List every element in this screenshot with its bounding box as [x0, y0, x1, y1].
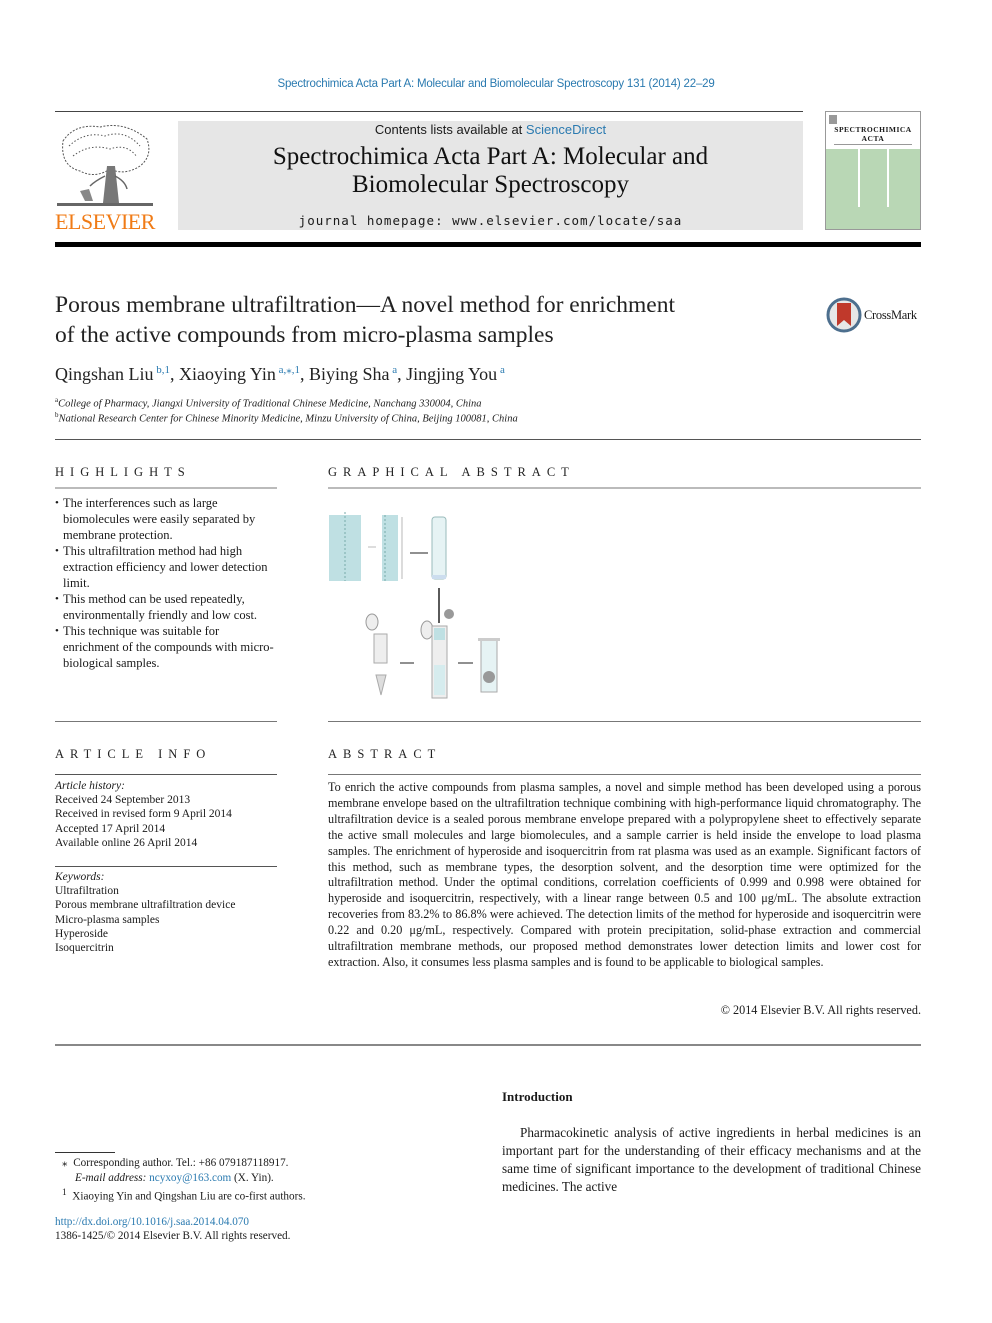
article-title-line1: Porous membrane ultrafiltration—A novel … — [55, 292, 675, 318]
journal-title: Spectrochimica Acta Part A: Molecular an… — [178, 143, 803, 199]
keyword: Isoquercitrin — [55, 942, 114, 955]
centrifuge-tube — [365, 613, 388, 696]
crossmark-label: CrossMark — [864, 308, 917, 322]
graphical-abstract-figure[interactable] — [328, 495, 508, 717]
crossmark-icon — [826, 297, 862, 333]
affiliation-b: bNational Research Center for Chinese Mi… — [55, 411, 518, 425]
crossmark-button[interactable]: CrossMark — [826, 297, 936, 333]
membrane-envelope — [431, 516, 447, 580]
footnote-rule — [55, 1152, 115, 1153]
divider — [55, 774, 277, 775]
contents-line: Contents lists available at ScienceDirec… — [178, 122, 803, 137]
history-online: Available online 26 April 2014 — [55, 836, 198, 849]
highlight-item: This ultrafiltration method had high ext… — [55, 543, 277, 591]
folded-sheet — [382, 515, 403, 581]
footnote-mark: 1 — [62, 1188, 67, 1198]
keywords: Keywords: Ultrafiltration Porous membran… — [55, 870, 235, 955]
divider — [55, 487, 277, 489]
article-title: Porous membrane ultrafiltration—A novel … — [55, 290, 775, 350]
graphical-abstract-heading: GRAPHICAL ABSTRACT — [328, 465, 575, 479]
history-accepted: Accepted 17 April 2014 — [55, 822, 166, 835]
cover-stripe — [858, 149, 860, 207]
article-info-heading: ARTICLE INFO — [55, 747, 212, 761]
journal-homepage[interactable]: journal homepage: www.elsevier.com/locat… — [178, 213, 803, 228]
article-title-line2: of the active compounds from micro-plasm… — [55, 322, 554, 348]
author-list: Qingshan Liu b,1, Xiaoying Yin a,⁎,1, Bi… — [55, 364, 505, 384]
highlights-list: The interferences such as large biomolec… — [55, 495, 277, 671]
abstract-heading: ABSTRACT — [328, 747, 442, 761]
cover-title-line1: SPECTROCHIMICA — [834, 125, 912, 134]
footnote-corresponding: ⁎ Corresponding author. Tel.: +86 079187… — [62, 1157, 289, 1169]
abstract-copyright: © 2014 Elsevier B.V. All rights reserved… — [720, 1003, 921, 1017]
highlight-item: The interferences such as large biomolec… — [55, 495, 277, 543]
highlight-item: This technique was suitable for enrichme… — [55, 623, 277, 671]
divider — [328, 774, 921, 775]
polypropylene-sheet — [329, 512, 361, 581]
divider — [55, 1044, 921, 1046]
highlights-heading: HIGHLIGHTS — [55, 465, 191, 479]
divider — [328, 721, 921, 722]
keywords-label: Keywords: — [55, 871, 105, 883]
history-revised: Received in revised form 9 April 2014 — [55, 808, 232, 821]
email-link[interactable]: ncyxoy@163.com — [149, 1172, 231, 1184]
footnote-email: E-mail address: ncyxoy@163.com (X. Yin). — [75, 1172, 274, 1184]
abstract-text: To enrich the active compounds from plas… — [328, 780, 921, 969]
elsevier-tree-icon — [57, 125, 153, 206]
author[interactable]: Qingshan Liu b,1 — [55, 364, 170, 384]
cover-subtitle-rule — [834, 144, 912, 145]
article-history: Article history: Received 24 September 2… — [55, 779, 232, 850]
issn-copyright: 1386-1425/© 2014 Elsevier B.V. All right… — [55, 1230, 291, 1242]
sciencedirect-link[interactable]: ScienceDirect — [526, 122, 606, 137]
divider — [328, 487, 921, 489]
cover-title-line2: ACTA — [861, 134, 885, 143]
divider — [55, 721, 277, 722]
keyword: Ultrafiltration — [55, 885, 119, 898]
running-header-citation[interactable]: Spectrochimica Acta Part A: Molecular an… — [0, 78, 992, 90]
journal-title-line1: Spectrochimica Acta Part A: Molecular an… — [272, 143, 709, 170]
history-received: Received 24 September 2013 — [55, 794, 191, 807]
introduction-heading: Introduction — [502, 1089, 573, 1104]
journal-banner: Contents lists available at ScienceDirec… — [178, 121, 803, 230]
header-rule — [55, 111, 803, 112]
sample-carrier — [444, 609, 454, 619]
elsevier-logo[interactable]: ELSEVIER — [55, 121, 155, 234]
keyword: Hyperoside — [55, 927, 109, 940]
journal-title-line2: Biomolecular Spectroscopy — [351, 171, 629, 198]
masthead-bar — [55, 242, 921, 247]
author[interactable]: Jingjing You a — [406, 364, 505, 384]
introduction-text: Pharmacokinetic analysis of active ingre… — [502, 1125, 921, 1194]
footnote-mark: ⁎ — [62, 1157, 68, 1169]
journal-cover-thumbnail[interactable]: SPECTROCHIMICA ACTA — [825, 111, 921, 230]
assembled-device — [420, 620, 448, 699]
contents-prefix: Contents lists available at — [374, 122, 526, 137]
keyword: Micro-plasma samples — [55, 913, 160, 926]
final-tube — [478, 638, 500, 693]
cover-stripe — [887, 149, 889, 207]
affiliation-a: aCollege of Pharmacy, Jiangxi University… — [55, 396, 482, 410]
keyword: Porous membrane ultrafiltration device — [55, 899, 236, 912]
footnote-cofirst: 1 Xiaoying Yin and Qingshan Liu are co-f… — [62, 1188, 306, 1203]
highlight-item: This method can be used repeatedly, envi… — [55, 591, 277, 623]
article-history-label: Article history: — [55, 780, 125, 792]
doi-link[interactable]: http://dx.doi.org/10.1016/j.saa.2014.04.… — [55, 1216, 249, 1228]
divider — [55, 866, 277, 867]
cover-title: SPECTROCHIMICA ACTA — [826, 125, 920, 143]
author[interactable]: Biying Sha a — [309, 364, 397, 384]
author[interactable]: Xiaoying Yin a,⁎,1 — [179, 364, 300, 384]
elsevier-wordmark: ELSEVIER — [55, 209, 155, 234]
divider — [55, 439, 921, 440]
cover-logo-icon — [829, 115, 837, 124]
